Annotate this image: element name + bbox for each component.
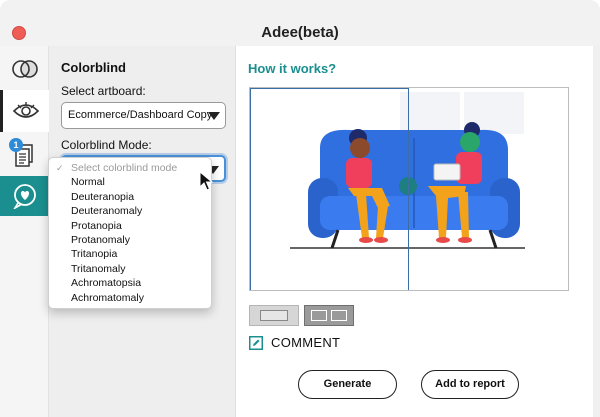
single-view-icon [260, 310, 288, 321]
dropdown-option-protanomaly[interactable]: Protanomaly [49, 233, 211, 247]
dropdown-option-normal[interactable]: Normal [49, 175, 211, 189]
dropdown-option-deuteranopia[interactable]: Deuteranopia [49, 190, 211, 204]
comment-label: COMMENT [271, 335, 341, 350]
dropdown-option-achromatomaly[interactable]: Achromatomaly [49, 291, 211, 305]
rail-item-colorblind[interactable] [0, 90, 49, 132]
app-window: Adee(beta) 1 Colorblind Select artboard:… [0, 0, 600, 417]
add-to-report-button[interactable]: Add to report [421, 370, 519, 399]
single-view-button[interactable] [249, 305, 299, 326]
colorblind-mode-label: Colorblind Mode: [61, 138, 152, 152]
title-bar: Adee(beta) [0, 0, 600, 46]
rail-item-color-contrast[interactable] [0, 48, 49, 90]
rail-item-feedback[interactable] [0, 176, 49, 216]
artboard-select-value: Ecommerce/Dashboard Copy [68, 109, 213, 121]
panel-title: Colorblind [61, 60, 126, 75]
dropdown-option-deuteranomaly[interactable]: Deuteranomaly [49, 204, 211, 218]
chevron-down-icon [208, 112, 220, 120]
artboard-label: Select artboard: [61, 84, 146, 98]
tool-rail: 1 [0, 46, 49, 417]
scrollbar[interactable] [593, 46, 600, 417]
main-content: How it works? COMMENT Generate Add to re… [236, 46, 600, 417]
overlap-circles-icon [11, 60, 38, 78]
generate-button[interactable]: Generate [298, 370, 397, 399]
dropdown-option-tritanomaly[interactable]: Tritanomaly [49, 262, 211, 276]
dropdown-option-achromatopsia[interactable]: Achromatopsia [49, 276, 211, 290]
split-view-icon [311, 310, 327, 321]
checkmark-icon: ✓ [56, 163, 64, 173]
preview-split-divider[interactable] [408, 88, 409, 290]
heart-chat-icon [12, 184, 36, 209]
eye-icon [12, 102, 40, 118]
preview-left-frame [250, 88, 408, 290]
window-title: Adee(beta) [261, 24, 339, 41]
reports-count-badge: 1 [9, 138, 23, 152]
rail-item-reports[interactable]: 1 [0, 134, 49, 176]
comment-toggle[interactable]: COMMENT [249, 335, 340, 350]
artboard-select[interactable]: Ecommerce/Dashboard Copy [61, 102, 226, 129]
split-view-icon-right [331, 310, 347, 321]
dropdown-option-placeholder[interactable]: ✓ Select colorblind mode [49, 161, 211, 175]
how-it-works-heading: How it works? [248, 61, 337, 76]
split-view-button[interactable] [304, 305, 354, 326]
mouse-cursor-icon [199, 171, 213, 191]
dropdown-option-tritanopia[interactable]: Tritanopia [49, 247, 211, 261]
preview-image [249, 87, 569, 291]
colorblind-mode-dropdown: ✓ Select colorblind mode Normal Deuteran… [48, 157, 212, 309]
edit-pencil-icon [249, 335, 263, 350]
dropdown-option-protanopia[interactable]: Protanopia [49, 219, 211, 233]
